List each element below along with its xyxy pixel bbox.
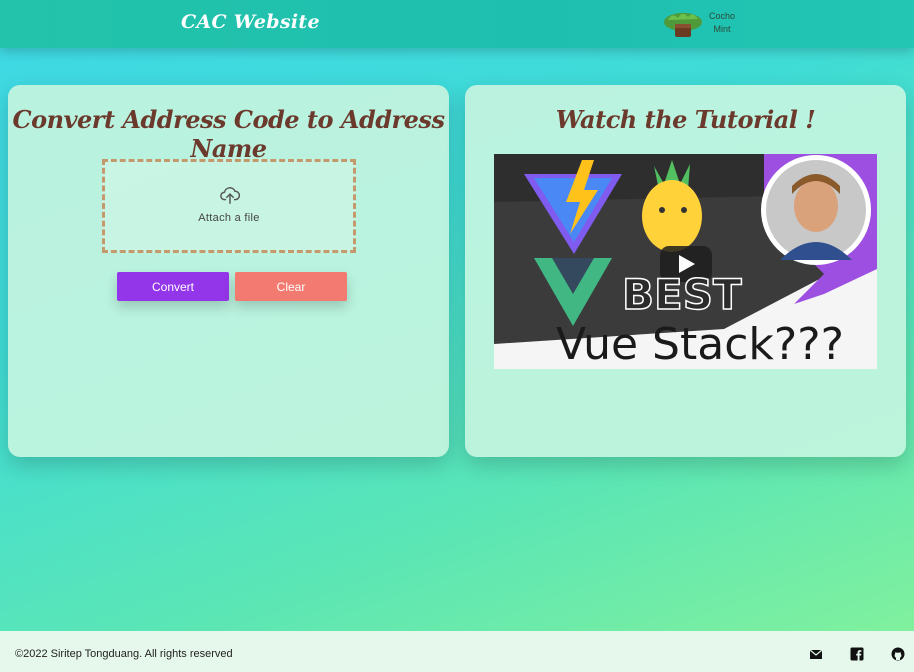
file-dropzone[interactable]: Attach a file: [102, 159, 356, 253]
site-brand[interactable]: CAC Website: [181, 11, 320, 33]
cactus-avatar-icon: [664, 13, 702, 37]
converter-title: Convert Address Code to Address Name: [12, 105, 445, 163]
top-navbar: CAC Website Cocho Mint: [0, 0, 914, 48]
page-footer: ©2022 Siritep Tongduang. All rights rese…: [0, 631, 914, 672]
dropzone-label: Attach a file: [198, 212, 260, 224]
facebook-icon[interactable]: [850, 647, 864, 661]
tutorial-title: Watch the Tutorial !: [555, 105, 816, 134]
user-name: Cocho Mint: [706, 10, 738, 36]
converter-card: Convert Address Code to Address Name Att…: [8, 85, 449, 457]
user-name-line1: Cocho: [708, 11, 735, 21]
cloud-upload-icon: [220, 187, 241, 204]
copyright-text: ©2022 Siritep Tongduang. All rights rese…: [15, 648, 233, 660]
mail-icon[interactable]: [809, 647, 823, 661]
video-player[interactable]: BEST Vue Stack???: [494, 154, 877, 369]
tutorial-card: Watch the Tutorial ! BEST Vue Stack???: [465, 85, 906, 457]
thumbnail-headline: BEST: [622, 270, 742, 319]
user-profile[interactable]: Cocho Mint: [662, 8, 742, 42]
github-icon[interactable]: [891, 647, 905, 661]
clear-button[interactable]: Clear: [235, 272, 347, 301]
thumbnail-subline: Vue Stack???: [556, 319, 844, 369]
convert-button[interactable]: Convert: [117, 272, 229, 301]
user-name-line2: Mint: [713, 24, 731, 34]
video-thumbnail: BEST Vue Stack???: [494, 154, 877, 369]
